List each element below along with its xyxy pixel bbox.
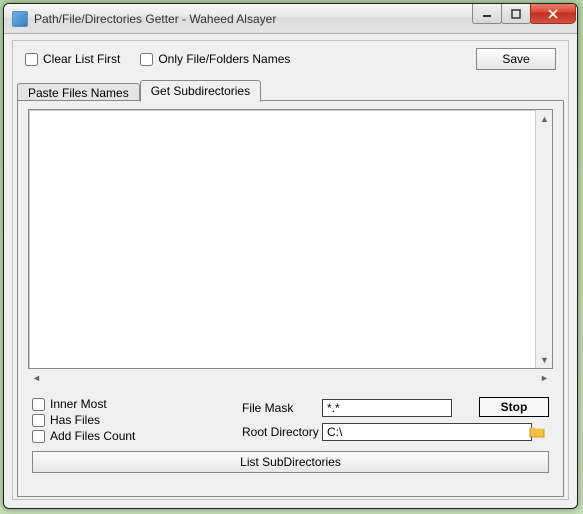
top-options-row: Clear List First Only File/Folders Names… [25, 47, 556, 71]
app-icon [12, 11, 28, 27]
only-names-check-input[interactable] [140, 53, 153, 66]
close-icon [548, 9, 558, 19]
minimize-icon [482, 9, 492, 19]
scroll-down-arrow[interactable]: ▼ [536, 351, 553, 368]
file-mask-input[interactable] [322, 399, 452, 417]
stop-button[interactable]: Stop [479, 397, 549, 417]
root-directory-input[interactable] [322, 423, 532, 441]
results-area: ▲ ▼ ◄ ► [28, 109, 553, 389]
has-files-checkbox[interactable]: Has Files [32, 413, 192, 427]
save-button[interactable]: Save [476, 48, 556, 70]
clear-list-checkbox[interactable]: Clear List First [25, 52, 120, 66]
scroll-track[interactable] [536, 127, 552, 351]
clear-list-label: Clear List First [43, 52, 120, 66]
tab-body: ▲ ▼ ◄ ► Inner Mo [17, 100, 564, 497]
inner-most-label: Inner Most [50, 397, 107, 411]
tab-control: Paste Files Names Get Subdirectories ▲ ▼… [15, 79, 566, 497]
file-mask-label: File Mask [242, 401, 293, 415]
tab-paste-files[interactable]: Paste Files Names [17, 83, 140, 101]
horizontal-scrollbar[interactable]: ◄ ► [28, 369, 553, 386]
root-directory-label: Root Directory [242, 425, 319, 439]
maximize-icon [511, 9, 521, 19]
close-button[interactable] [530, 4, 576, 24]
app-window: Path/File/Directories Getter - Waheed Al… [3, 3, 578, 509]
maximize-button[interactable] [501, 4, 531, 24]
folder-icon [529, 425, 545, 439]
scroll-left-arrow[interactable]: ◄ [28, 369, 45, 386]
browse-folder-button[interactable] [529, 425, 545, 439]
clear-list-check-input[interactable] [25, 53, 38, 66]
results-listbox[interactable]: ▲ ▼ [28, 109, 553, 369]
vertical-scrollbar[interactable]: ▲ ▼ [535, 110, 552, 368]
filter-checks: Inner Most Has Files Add Files Count [32, 397, 192, 445]
tab-get-subdirectories[interactable]: Get Subdirectories [140, 80, 261, 102]
titlebar[interactable]: Path/File/Directories Getter - Waheed Al… [4, 4, 577, 34]
add-count-check-input[interactable] [32, 430, 45, 443]
tab-strip: Paste Files Names Get Subdirectories [15, 79, 566, 101]
window-controls [473, 4, 576, 24]
scroll-up-arrow[interactable]: ▲ [536, 110, 553, 127]
minimize-button[interactable] [472, 4, 502, 24]
list-subdirectories-button[interactable]: List SubDirectories [32, 451, 549, 473]
client-area: Clear List First Only File/Folders Names… [12, 40, 569, 500]
scroll-right-arrow[interactable]: ► [536, 369, 553, 386]
add-files-count-checkbox[interactable]: Add Files Count [32, 429, 192, 443]
inner-most-check-input[interactable] [32, 398, 45, 411]
has-files-label: Has Files [50, 413, 100, 427]
only-names-label: Only File/Folders Names [158, 52, 290, 66]
only-names-checkbox[interactable]: Only File/Folders Names [140, 52, 290, 66]
inner-most-checkbox[interactable]: Inner Most [32, 397, 192, 411]
add-count-label: Add Files Count [50, 429, 135, 443]
has-files-check-input[interactable] [32, 414, 45, 427]
